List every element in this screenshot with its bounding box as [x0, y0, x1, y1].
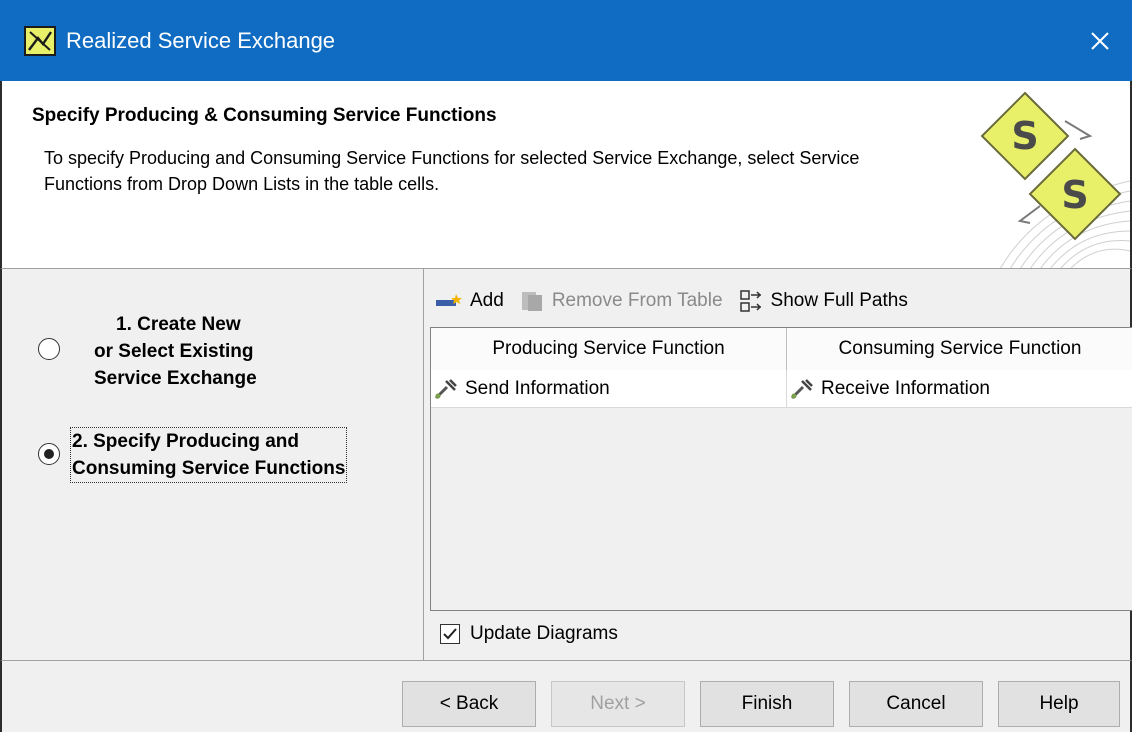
wizard-body: 1. Create New or Select Existing Service…	[0, 269, 1132, 661]
service-functions-table: Producing Service Function Consuming Ser…	[430, 327, 1132, 611]
show-full-paths-button[interactable]: Show Full Paths	[739, 289, 908, 313]
producing-function-cell[interactable]: Send Information	[431, 370, 787, 408]
title-bar: Realized Service Exchange	[0, 0, 1132, 81]
table-row[interactable]: Send Information Receive Information	[431, 370, 1132, 408]
remove-from-table-button[interactable]: Remove From Table	[520, 289, 723, 313]
svg-text:S: S	[1011, 114, 1038, 158]
step-2-radio[interactable]	[38, 443, 60, 465]
back-button[interactable]: < Back	[402, 681, 536, 727]
next-button[interactable]: Next >	[551, 681, 685, 727]
header-title: Specify Producing & Consuming Service Fu…	[32, 105, 497, 126]
update-diagrams-option[interactable]: Update Diagrams	[440, 623, 618, 645]
checkmark-icon	[443, 628, 457, 640]
table-header: Producing Service Function Consuming Ser…	[431, 328, 1132, 370]
table-toolbar: Add Remove From Table Show Full Paths	[434, 285, 924, 317]
close-icon	[1091, 31, 1109, 50]
consuming-function-cell[interactable]: Receive Information	[787, 370, 1132, 408]
window-title: Realized Service Exchange	[66, 28, 336, 53]
step-1-radio[interactable]	[38, 338, 60, 360]
column-header-consuming[interactable]: Consuming Service Function	[787, 328, 1132, 370]
add-icon	[436, 294, 462, 306]
update-diagrams-checkbox[interactable]	[440, 624, 460, 644]
service-exchange-logo: S S	[980, 91, 1130, 268]
wizard-header: Specify Producing & Consuming Service Fu…	[0, 81, 1132, 269]
header-description: To specify Producing and Consuming Servi…	[44, 148, 860, 194]
service-function-icon	[434, 379, 457, 400]
column-header-producing[interactable]: Producing Service Function	[431, 328, 787, 370]
close-button[interactable]	[1068, 0, 1132, 81]
update-diagrams-label: Update Diagrams	[470, 623, 618, 644]
service-function-icon	[790, 379, 813, 400]
step-create-new[interactable]: 1. Create New or Select Existing Service…	[38, 311, 257, 392]
cancel-button[interactable]: Cancel	[849, 681, 983, 727]
steps-pane: 1. Create New or Select Existing Service…	[4, 269, 424, 660]
show-paths-icon	[739, 290, 761, 312]
step-2-label[interactable]: 2. Specify Producing and Consuming Servi…	[70, 427, 348, 483]
svg-text:S: S	[1061, 173, 1088, 217]
help-button[interactable]: Help	[998, 681, 1120, 727]
step-specify-functions[interactable]: 2. Specify Producing and Consuming Servi…	[38, 427, 348, 483]
app-icon	[24, 26, 56, 56]
add-button[interactable]: Add	[434, 290, 504, 312]
step-1-label[interactable]: 1. Create New or Select Existing Service…	[70, 311, 257, 392]
remove-icon	[521, 292, 542, 311]
finish-button[interactable]: Finish	[700, 681, 834, 727]
wizard-footer: < Back Next > Finish Cancel Help	[0, 661, 1132, 732]
